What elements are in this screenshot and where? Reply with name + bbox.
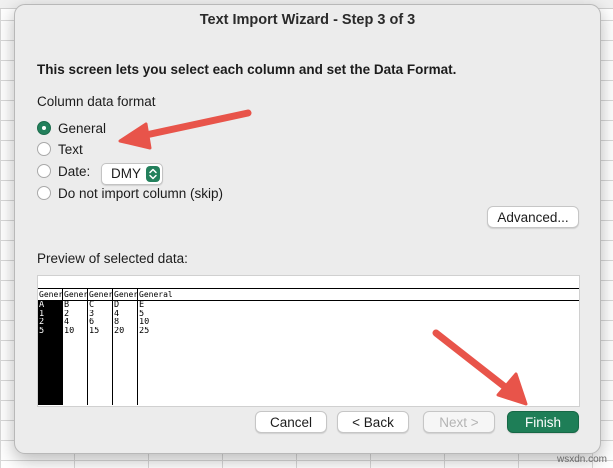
preview-cell: 25 (139, 326, 150, 335)
instruction-text: This screen lets you select each column … (37, 62, 457, 77)
column-data-format-label: Column data format (37, 94, 156, 109)
preview-cell: 5 (39, 326, 45, 335)
radio-date-button[interactable] (37, 164, 51, 178)
finish-button[interactable]: Finish (507, 411, 579, 433)
data-preview-pane[interactable]: General General General General General … (37, 275, 580, 407)
radio-date[interactable]: Date: (37, 162, 90, 180)
preview-cell: 4 (114, 309, 120, 318)
cancel-button[interactable]: Cancel (255, 411, 327, 433)
preview-cell: 2 (64, 309, 70, 318)
radio-skip-label: Do not import column (skip) (58, 185, 224, 201)
preview-cell: C (89, 301, 95, 310)
preview-cell: A (39, 301, 45, 310)
preview-cell: 6 (89, 318, 95, 327)
preview-cell: 10 (139, 318, 150, 327)
radio-general-label: General (58, 120, 107, 136)
preview-header-cell[interactable]: General (38, 289, 63, 300)
preview-label: Preview of selected data: (37, 251, 188, 266)
radio-skip-button[interactable] (37, 186, 51, 200)
preview-column[interactable]: B 2 4 10 (63, 301, 88, 405)
preview-cell: 15 (89, 326, 100, 335)
next-button[interactable]: Next > (423, 411, 495, 433)
preview-cell: 5 (139, 309, 145, 318)
preview-header-cell[interactable]: General (113, 289, 138, 300)
preview-cell: 4 (64, 318, 70, 327)
text-import-wizard-dialog: Text Import Wizard - Step 3 of 3 This sc… (14, 4, 601, 454)
watermark-text: wsxdn.com (556, 454, 607, 465)
preview-cell: E (139, 301, 145, 310)
preview-cell: 8 (114, 318, 120, 327)
radio-text-button[interactable] (37, 142, 51, 156)
preview-header-cell[interactable]: General (63, 289, 88, 300)
preview-header-cell[interactable]: General (138, 289, 579, 300)
preview-cell: 1 (39, 309, 45, 318)
preview-column[interactable]: A 1 2 5 (38, 301, 63, 405)
radio-text[interactable]: Text (37, 140, 83, 158)
radio-text-label: Text (58, 141, 83, 157)
preview-cell: 2 (39, 318, 45, 327)
date-format-select[interactable]: DMY (101, 163, 163, 185)
preview-body: A 1 2 5 B 2 4 10 C 3 6 15 D 4 8 20 E 5 1… (38, 301, 579, 405)
preview-header-row: General General General General General (38, 288, 579, 301)
radio-general[interactable]: General (37, 119, 106, 137)
radio-general-button[interactable] (37, 121, 51, 135)
preview-column[interactable]: E 5 10 25 (138, 301, 579, 405)
preview-cell: D (114, 301, 120, 310)
preview-cell: 20 (114, 326, 125, 335)
date-format-value: DMY (111, 166, 141, 181)
radio-skip[interactable]: Do not import column (skip) (37, 184, 223, 202)
preview-header-cell[interactable]: General (88, 289, 113, 300)
back-button[interactable]: < Back (337, 411, 409, 433)
preview-column[interactable]: C 3 6 15 (88, 301, 113, 405)
radio-date-label: Date: (58, 163, 91, 179)
up-down-chevron-icon[interactable] (146, 166, 160, 182)
advanced-button[interactable]: Advanced... (487, 206, 579, 228)
preview-cell: 3 (89, 309, 95, 318)
preview-column[interactable]: D 4 8 20 (113, 301, 138, 405)
preview-cell: B (64, 301, 70, 310)
preview-cell: 10 (64, 326, 75, 335)
window-title: Text Import Wizard - Step 3 of 3 (199, 12, 416, 28)
